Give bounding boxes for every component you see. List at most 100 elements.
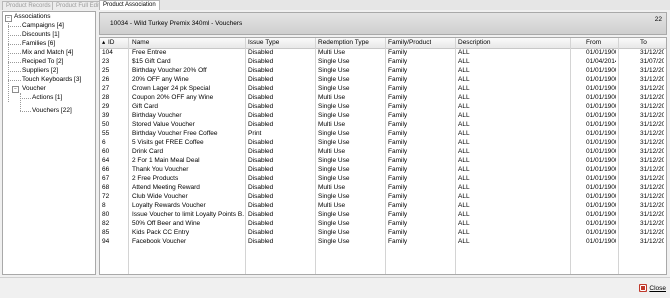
tree-root-associations[interactable]: Associations — [14, 13, 51, 21]
cell-id: 80 — [102, 211, 110, 218]
table-row[interactable]: 66 Thank You Voucher Disabled Single Use Fam… — [100, 165, 666, 174]
cell-description: ALL — [458, 202, 470, 209]
cell-description: ALL — [458, 103, 470, 110]
cell-description: ALL — [458, 94, 470, 101]
cell-description: ALL — [458, 211, 470, 218]
cell-redemption-type: Single Use — [318, 193, 350, 200]
collapse-icon[interactable]: − — [12, 86, 19, 93]
cell-to: 31/07/2015 — [640, 58, 664, 65]
column-name[interactable]: Name — [132, 38, 149, 47]
table-row[interactable]: 67 2 Free Products Disabled Single Use Famil… — [100, 174, 666, 183]
cell-description: ALL — [458, 220, 470, 227]
cell-to: 31/12/2050 — [640, 202, 664, 209]
table-row[interactable]: 28 Coupon 20% OFF any Wine Disabled Multi U… — [100, 93, 666, 102]
table-row[interactable]: 80 Issue Voucher to limit Loyalty Points … — [100, 210, 666, 219]
cell-to: 31/12/2050 — [640, 94, 664, 101]
cell-issue-type: Disabled — [248, 58, 274, 65]
tree-item-vouchers[interactable]: Vouchers [22] — [32, 107, 72, 115]
tree-connector — [8, 80, 21, 81]
table-row[interactable]: 39 Birthday Voucher Disabled Single Use Fami… — [100, 111, 666, 120]
sort-asc-icon: ▴ — [102, 39, 106, 46]
table-row[interactable]: 64 2 For 1 Main Meal Deal Disabled Single U… — [100, 156, 666, 165]
cell-to: 31/12/2050 — [640, 112, 664, 119]
table-row[interactable]: 26 20% OFF any Wine Disabled Single Use Fami… — [100, 75, 666, 84]
cell-family-product: Family — [388, 202, 408, 209]
cell-id: 85 — [102, 229, 110, 236]
column-to[interactable]: To — [640, 38, 647, 47]
tree-connector — [20, 98, 31, 99]
tree-item-mix-and-match[interactable]: Mix and Match [4] — [22, 49, 73, 57]
tree-item-suppliers[interactable]: Suppliers [2] — [22, 67, 58, 75]
cell-description: ALL — [458, 238, 470, 245]
tree-item-campaigns[interactable]: Campaigns [4] — [22, 22, 64, 30]
tab-product-association[interactable]: Product Association — [99, 0, 160, 10]
cell-redemption-type: Single Use — [318, 220, 350, 227]
tab-product-records[interactable]: Product Records — [2, 1, 55, 10]
column-issue-type[interactable]: Issue Type — [248, 38, 279, 47]
cell-family-product: Family — [388, 184, 408, 191]
cell-redemption-type: Single Use — [318, 229, 350, 236]
cell-to: 31/12/2050 — [640, 148, 664, 155]
column-redemption-type[interactable]: Redemption Type — [318, 38, 369, 47]
cell-id: 94 — [102, 238, 110, 245]
cell-id: 64 — [102, 157, 110, 164]
cell-to: 31/12/2050 — [640, 157, 664, 164]
cell-id: 55 — [102, 130, 110, 137]
table-row[interactable]: 72 Club Wide Voucher Disabled Single Use Fam… — [100, 192, 666, 201]
cell-id: 67 — [102, 175, 110, 182]
cell-from: 01/01/1900 — [586, 130, 616, 137]
cell-id: 27 — [102, 85, 110, 92]
cell-id: 39 — [102, 112, 110, 119]
table-row[interactable]: 50 Stored Value Voucher Disabled Multi Use F… — [100, 120, 666, 129]
tree-item-touch-keyboards[interactable]: Touch Keyboards [3] — [22, 76, 81, 84]
cell-from: 01/01/1900 — [586, 49, 616, 56]
cell-description: ALL — [458, 85, 470, 92]
cell-description: ALL — [458, 229, 470, 236]
cell-family-product: Family — [388, 130, 408, 137]
column-family-product[interactable]: Family/Product — [388, 38, 431, 47]
table-row[interactable]: 94 Facebook Voucher Disabled Single Use Fami… — [100, 237, 666, 246]
tree-item-reciped-to[interactable]: Reciped To [2] — [22, 58, 63, 66]
table-row[interactable]: 29 Gift Card Disabled Single Use Family ALL 01… — [100, 102, 666, 111]
cell-issue-type: Disabled — [248, 112, 274, 119]
table-row[interactable]: 6 5 Visits get FREE Coffee Disabled Single … — [100, 138, 666, 147]
cell-family-product: Family — [388, 112, 408, 119]
cell-family-product: Family — [388, 148, 408, 155]
column-id[interactable]: ID — [108, 38, 115, 47]
cell-issue-type: Disabled — [248, 193, 274, 200]
table-row[interactable]: 8 Loyalty Rewards Voucher Disabled Multi Us… — [100, 201, 666, 210]
table-row[interactable]: 85 Kids Pack CC Entry Disabled Single Use Fa… — [100, 228, 666, 237]
table-row[interactable]: 27 Crown Lager 24 pk Special Disabled Singl… — [100, 84, 666, 93]
cell-redemption-type: Multi Use — [318, 202, 346, 209]
table-row[interactable]: 23 $15 Gift Card Disabled Single Use Family A… — [100, 57, 666, 66]
tree-item-families[interactable]: Families [6] — [22, 40, 55, 48]
table-row[interactable]: 60 Drink Card Disabled Multi Use Family ALL 01… — [100, 147, 666, 156]
tree-item-discounts[interactable]: Discounts [1] — [22, 31, 60, 39]
tab-product-full-edit[interactable]: Product Full Edit — [52, 1, 105, 10]
tree-item-actions[interactable]: Actions [1] — [32, 94, 62, 102]
cell-name: Thank You Voucher — [132, 166, 189, 173]
tree-connector — [8, 26, 21, 27]
cell-from: 01/01/1900 — [586, 238, 616, 245]
table-row[interactable]: 82 50% Off Beer and Wine Disabled Single Us… — [100, 219, 666, 228]
cell-issue-type: Disabled — [248, 184, 274, 191]
cell-family-product: Family — [388, 121, 408, 128]
table-row[interactable]: 104 Free Entree Disabled Multi Use Family ALL… — [100, 48, 666, 57]
cell-id: 23 — [102, 58, 110, 65]
cell-name: Facebook Voucher — [132, 238, 187, 245]
table-row[interactable]: 55 Birthday Voucher Free Coffee Print Singl… — [100, 129, 666, 138]
cell-description: ALL — [458, 148, 470, 155]
cell-family-product: Family — [388, 238, 408, 245]
column-description[interactable]: Description — [458, 38, 491, 47]
cell-to: 31/12/2050 — [640, 76, 664, 83]
table-row[interactable]: 68 Attend Meeting Reward Disabled Multi Use… — [100, 183, 666, 192]
table-row[interactable]: 25 Birthday Voucher 20% Off Disabled Single… — [100, 66, 666, 75]
column-from[interactable]: From — [586, 38, 601, 47]
cell-name: 20% OFF any Wine — [132, 76, 189, 83]
tree-item-voucher[interactable]: Voucher — [22, 85, 46, 93]
close-button[interactable]: Close — [639, 283, 666, 293]
cell-family-product: Family — [388, 157, 408, 164]
cell-id: 26 — [102, 76, 110, 83]
cell-id: 8 — [102, 202, 106, 209]
cell-redemption-type: Single Use — [318, 103, 350, 110]
